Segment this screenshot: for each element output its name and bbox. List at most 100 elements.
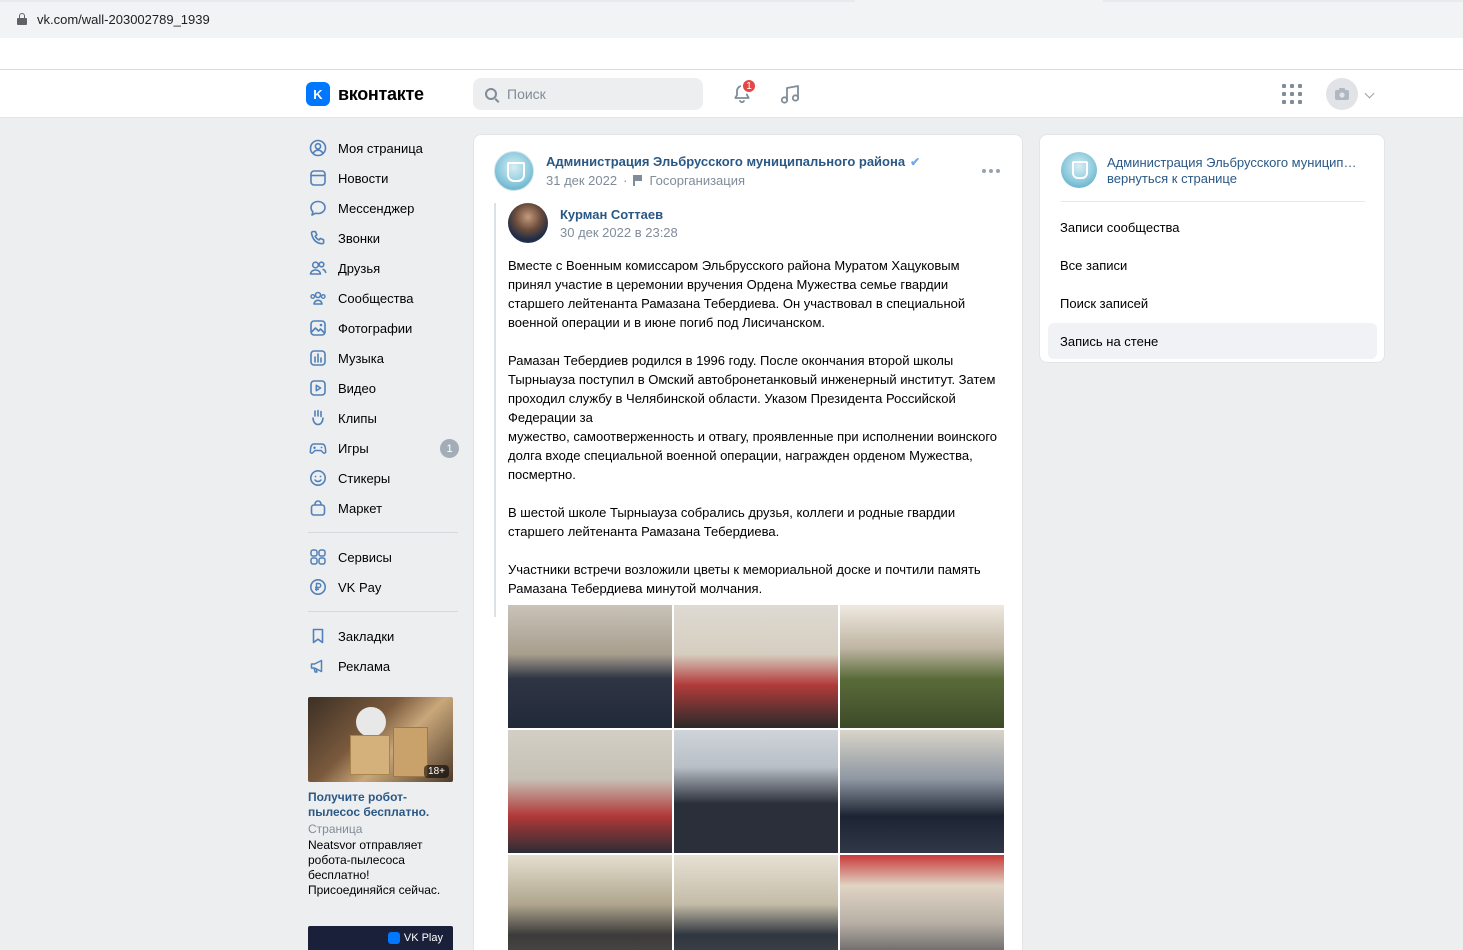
- news-icon: [308, 168, 328, 188]
- menu-all-posts[interactable]: Все записи: [1048, 247, 1377, 283]
- vkplay-label: VK Play: [403, 932, 443, 944]
- sidebar-item-clips[interactable]: Клипы: [306, 403, 461, 433]
- gallery-photo[interactable]: [674, 730, 838, 853]
- group-avatar[interactable]: [494, 151, 534, 191]
- reposted-content: Курман Соттаев 30 дек 2022 в 23:28 Вмест…: [494, 203, 1004, 617]
- ad-image[interactable]: 18+: [308, 697, 453, 782]
- community-name-link[interactable]: Администрация Эльбрусского муниципальног…: [1107, 155, 1357, 170]
- vk-logo-text: вконтакте: [338, 83, 424, 104]
- sidebar-item-communities[interactable]: Сообщества: [306, 283, 461, 313]
- communities-icon: [308, 288, 328, 308]
- sidebar-item-music[interactable]: Музыка: [306, 343, 461, 373]
- community-header[interactable]: Администрация Эльбрусского муниципальног…: [1061, 152, 1357, 188]
- gallery-photo[interactable]: [674, 855, 838, 950]
- community-avatar[interactable]: [1061, 152, 1097, 188]
- ad-description: Neatsvor отправляет робота-пылесоса бесп…: [308, 838, 441, 897]
- vkpay-icon: [308, 577, 328, 597]
- music-icon[interactable]: [779, 83, 801, 105]
- gallery-photo[interactable]: [840, 730, 1004, 853]
- sidebar-item-photos[interactable]: Фотографии: [306, 313, 461, 343]
- market-bag-icon: [308, 498, 328, 518]
- photo-gallery: [508, 605, 1004, 950]
- gallery-photo[interactable]: [508, 730, 672, 853]
- post-paragraph: Рамазан Тебердиев родился в 1996 году. П…: [508, 353, 998, 482]
- sidebar-item-friends[interactable]: Друзья: [306, 253, 461, 283]
- camera-icon: [1335, 88, 1349, 100]
- megaphone-icon: [308, 656, 328, 676]
- search-icon: [485, 88, 497, 100]
- tab-strip-line: [0, 0, 855, 2]
- menu-wall-post[interactable]: Запись на стене: [1048, 323, 1377, 359]
- sidebar-item-messenger[interactable]: Мессенджер: [306, 193, 461, 223]
- back-to-page-link[interactable]: вернуться к странице: [1107, 171, 1357, 186]
- gamepad-icon: [308, 438, 328, 458]
- bookmark-icon: [308, 626, 328, 646]
- post-paragraph: Вместе с Военным комиссаром Эльбрусского…: [508, 258, 966, 330]
- sticker-icon: [308, 468, 328, 488]
- gallery-photo[interactable]: [840, 605, 1004, 728]
- sidebar-item-calls[interactable]: Звонки: [306, 223, 461, 253]
- sidebar-item-services[interactable]: Сервисы: [306, 542, 461, 572]
- sidebar-item-market[interactable]: Маркет: [306, 493, 461, 523]
- meta-separator: ·: [623, 173, 628, 188]
- sidebar-item-games[interactable]: Игры 1: [306, 433, 461, 463]
- gallery-photo[interactable]: [508, 855, 672, 950]
- vk-header: K вконтакте 1: [0, 70, 1463, 118]
- post-paragraph: Участники встречи возложили цветы к мемо…: [508, 562, 981, 596]
- apps-grid-icon[interactable]: [1282, 84, 1302, 104]
- group-name[interactable]: Администрация Эльбрусского муниципальног…: [546, 154, 920, 169]
- more-options-icon[interactable]: [982, 169, 1000, 173]
- search-box[interactable]: [473, 78, 703, 110]
- sidebar-ad-vkplay[interactable]: VK Play: [308, 926, 453, 950]
- sidebar-divider: [308, 532, 458, 533]
- ad-type: Страница: [308, 822, 363, 836]
- notification-badge: 1: [741, 78, 757, 94]
- vk-logo[interactable]: K вконтакте: [306, 82, 424, 106]
- sidebar-item-my-page[interactable]: Моя страница: [306, 133, 461, 163]
- author-avatar[interactable]: [508, 203, 548, 243]
- browser-address-bar: vk.com/wall-203002789_1939: [0, 0, 1463, 38]
- phone-icon: [308, 228, 328, 248]
- profile-avatar-button[interactable]: [1326, 78, 1358, 110]
- clips-icon: [308, 408, 328, 428]
- user-circle-icon: [308, 138, 328, 158]
- gallery-photo[interactable]: [840, 855, 1004, 950]
- flag-icon: [633, 175, 643, 186]
- post-header: Администрация Эльбрусского муниципальног…: [494, 151, 920, 191]
- card-divider: [1061, 201, 1365, 202]
- vkplay-icon: [387, 932, 400, 944]
- vk-logo-icon: K: [306, 82, 330, 106]
- sidebar-item-vkpay[interactable]: VK Pay: [306, 572, 461, 602]
- sidebar-divider: [308, 611, 458, 612]
- music-icon: [308, 348, 328, 368]
- sidebar-item-ads[interactable]: Реклама: [306, 651, 461, 681]
- lock-icon: [17, 13, 27, 25]
- age-rating-badge: 18+: [424, 765, 449, 778]
- services-icon: [308, 547, 328, 567]
- sidebar-item-stickers[interactable]: Стикеры: [306, 463, 461, 493]
- search-input[interactable]: [507, 86, 687, 102]
- wall-post: Администрация Эльбрусского муниципальног…: [473, 134, 1023, 950]
- ad-title[interactable]: Получите робот-пылесос бесплатно.: [308, 790, 453, 820]
- menu-community-posts[interactable]: Записи сообщества: [1048, 209, 1377, 245]
- author-name[interactable]: Курман Соттаев: [560, 207, 678, 222]
- gallery-photo[interactable]: [674, 605, 838, 728]
- sidebar-ad[interactable]: 18+ Получите робот-пылесос бесплатно. Ст…: [308, 697, 453, 898]
- url-text[interactable]: vk.com/wall-203002789_1939: [37, 12, 210, 27]
- video-icon: [308, 378, 328, 398]
- community-nav-card: Администрация Эльбрусского муниципальног…: [1039, 134, 1385, 363]
- sidebar-item-bookmarks[interactable]: Закладки: [306, 621, 461, 651]
- friends-icon: [308, 258, 328, 278]
- wall-menu: Записи сообщества Все записи Поиск запис…: [1048, 207, 1377, 359]
- url-field[interactable]: vk.com/wall-203002789_1939: [4, 5, 1463, 33]
- sidebar-item-video[interactable]: Видео: [306, 373, 461, 403]
- post-date[interactable]: 31 дек 2022: [546, 173, 617, 188]
- verified-check-icon: ✔: [910, 154, 921, 169]
- browser-toolbar-area: [0, 38, 1463, 70]
- sidebar-item-news[interactable]: Новости: [306, 163, 461, 193]
- gallery-photo[interactable]: [508, 605, 672, 728]
- menu-search-posts[interactable]: Поиск записей: [1048, 285, 1377, 321]
- repost-date[interactable]: 30 дек 2022 в 23:28: [560, 225, 678, 240]
- tab-strip-line: [1103, 0, 1463, 2]
- chevron-down-icon[interactable]: [1364, 88, 1375, 99]
